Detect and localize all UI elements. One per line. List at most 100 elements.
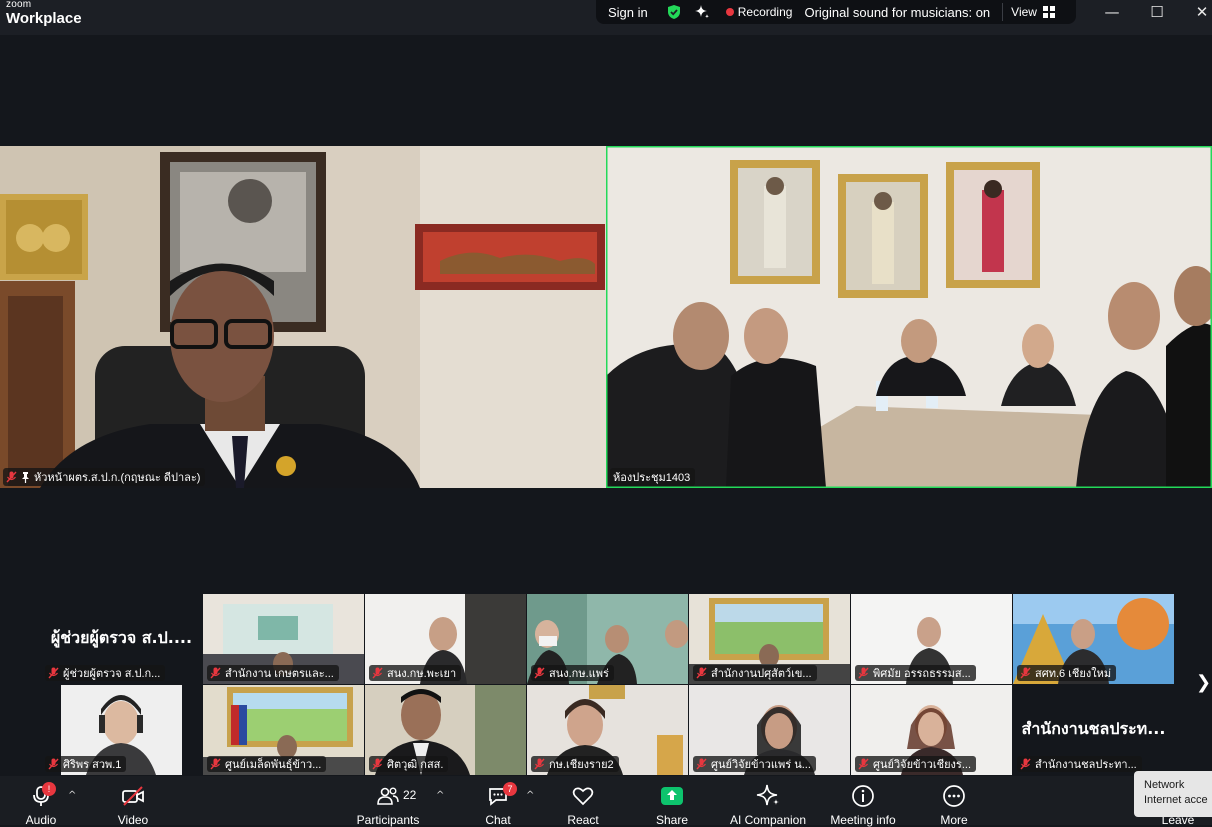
participant-name: ห้องประชุม1403 xyxy=(613,472,691,484)
app-logo: zoom Workplace xyxy=(6,0,82,26)
participant-name: ผู้ช่วยผู้ตรวจ ส.ป.ก... xyxy=(63,668,161,680)
thumbnail-tile[interactable]: สนง.กษ.พะเยา xyxy=(365,594,526,684)
divider xyxy=(1002,3,1004,21)
participant-name-tag: ห้องประชุม1403 xyxy=(610,468,696,486)
participant-name-tag: พิศมัย อรรถธรรมส... xyxy=(855,665,976,681)
participant-name-tag: ศิริพร สวพ.1 xyxy=(45,756,127,772)
view-button[interactable]: View xyxy=(1011,5,1037,19)
video-button[interactable]: Video xyxy=(108,776,158,827)
encryption-shield-icon[interactable] xyxy=(666,4,682,20)
audio-options-caret-icon[interactable]: ^ xyxy=(68,790,76,801)
participants-icon xyxy=(377,787,399,805)
minimize-button[interactable]: — xyxy=(1102,3,1122,21)
participant-name-tag: สำนักงานปศุสัตว์เข... xyxy=(693,665,817,681)
thumbnail-tile[interactable]: กษ.เชียงราย2 xyxy=(527,685,688,775)
meeting-info-button[interactable]: Meeting info xyxy=(823,776,903,827)
participants-button[interactable]: 22 Participants xyxy=(352,776,424,827)
participant-name-tag: ศูนย์วิจัยข้าวแพร่ น... xyxy=(693,756,816,772)
participant-name-tag: สศท.6 เชียงใหม่ xyxy=(1017,665,1117,681)
muted-mic-icon xyxy=(6,471,17,483)
chat-options-caret-icon[interactable]: ^ xyxy=(526,790,534,801)
thumbnail-tile[interactable]: ศูนย์วิจัยข้าวเชียงร... xyxy=(851,685,1012,775)
thumbnail-tile[interactable]: ศิตวุฒิ กสส. xyxy=(365,685,526,775)
ai-companion-sparkle-icon xyxy=(756,784,779,806)
audio-warning-badge: ! xyxy=(42,782,56,796)
gallery-next-arrow-icon[interactable]: ❯ xyxy=(1196,672,1212,696)
participant-name-tag: ศิตวุฒิ กสส. xyxy=(369,756,449,772)
muted-mic-icon xyxy=(372,758,383,770)
chat-unread-badge: 7 xyxy=(503,782,517,796)
chat-button[interactable]: 7 Chat xyxy=(473,776,523,827)
close-window-button[interactable]: ✕ xyxy=(1192,3,1212,21)
participant-name-tag: กษ.เชียงราย2 xyxy=(531,756,619,772)
original-sound-status[interactable]: Original sound for musicians: on xyxy=(804,5,990,20)
thumbnail-tile[interactable]: ผู้ช่วยผู้ตรวจ ส.ป.... ผู้ช่วยผู้ตรวจ ส.… xyxy=(41,594,202,684)
main-video-tile-2[interactable]: ห้องประชุม1403 xyxy=(606,146,1212,488)
participant-name: ศูนย์วิจัยข้าวเชียงร... xyxy=(873,759,972,771)
participant-big-name: สำนักงานชลประท... xyxy=(1021,719,1166,738)
muted-mic-icon xyxy=(1020,758,1031,770)
network-tooltip-title: Network xyxy=(1144,779,1185,791)
thumbnail-tile[interactable]: สำนักงาน เกษตรและ... xyxy=(203,594,364,684)
participant-name-tag: สำนักงานชลประทา... xyxy=(1017,756,1142,772)
participant-name: สนง.กษ.แพร่ xyxy=(549,668,609,680)
share-screen-icon xyxy=(661,787,683,805)
main-video-tile-1[interactable]: หัวหน้าผตร.ส.ป.ก.(กฤษณะ ดีปาละ) xyxy=(0,146,606,488)
participant-name: พิศมัย อรรถธรรมส... xyxy=(873,668,971,680)
participant-name-tag: ศูนย์วิจัยข้าวเชียงร... xyxy=(855,756,977,772)
recording-label[interactable]: Recording xyxy=(738,5,793,19)
maximize-button[interactable]: ☐ xyxy=(1147,3,1167,21)
participant-name-tag: สำนักงาน เกษตรและ... xyxy=(207,665,339,681)
info-icon xyxy=(852,785,874,807)
react-button[interactable]: React xyxy=(558,776,608,827)
title-bar: zoom Workplace Sign in Recording Origina… xyxy=(0,0,1212,35)
view-grid-icon[interactable] xyxy=(1042,6,1055,18)
participant-name: หัวหน้าผตร.ส.ป.ก.(กฤษณะ ดีปาละ) xyxy=(34,472,201,484)
video-off-icon xyxy=(122,786,144,806)
thumbnail-tile[interactable]: สนง.กษ.แพร่ xyxy=(527,594,688,684)
muted-mic-icon xyxy=(48,758,59,770)
participant-name: สำนักงานชลประทา... xyxy=(1035,759,1137,771)
participant-name: ศูนย์เมล็ดพันธุ์ข้าว... xyxy=(225,759,322,771)
recording-dot-icon xyxy=(725,8,734,16)
logo-small-text: zoom xyxy=(6,0,32,10)
participant-name-tag: หัวหน้าผตร.ส.ป.ก.(กฤษณะ ดีปาละ) xyxy=(3,468,206,486)
muted-mic-icon xyxy=(48,667,59,679)
logo-large-text: Workplace xyxy=(6,10,82,27)
participant-name: ศูนย์วิจัยข้าวแพร่ น... xyxy=(711,759,811,771)
ai-companion-button[interactable]: AI Companion xyxy=(726,776,810,827)
meeting-status-bar: Sign in Recording Original sound for mus… xyxy=(596,0,1076,24)
more-button[interactable]: More xyxy=(929,776,979,827)
participants-options-caret-icon[interactable]: ^ xyxy=(436,790,444,801)
participant-big-name: ผู้ช่วยผู้ตรวจ ส.ป.... xyxy=(50,628,193,647)
muted-mic-icon xyxy=(210,667,221,679)
participant-name: กษ.เชียงราย2 xyxy=(549,759,614,771)
participant-name-tag: สนง.กษ.พะเยา xyxy=(369,665,462,681)
thumbnail-tile[interactable]: สำนักงานชลประท... สำนักงานชลประทา... xyxy=(1013,685,1174,775)
network-tooltip-text: Internet acce xyxy=(1144,794,1208,806)
thumbnail-tile[interactable]: ศูนย์เมล็ดพันธุ์ข้าว... xyxy=(203,685,364,775)
participant-name: สนง.กษ.พะเยา xyxy=(387,668,457,680)
participant-name-tag: ศูนย์เมล็ดพันธุ์ข้าว... xyxy=(207,756,327,772)
muted-mic-icon xyxy=(696,667,707,679)
muted-mic-icon xyxy=(210,758,221,770)
participant-name: สำนักงานปศุสัตว์เข... xyxy=(711,668,812,680)
thumbnail-tile[interactable]: ศิริพร สวพ.1 xyxy=(41,685,202,775)
participant-name: ศิริพร สวพ.1 xyxy=(63,759,122,771)
meeting-toolbar: ! Audio ^ Video 22 Participants ^ 7 Chat… xyxy=(0,776,1212,827)
participant-name-tag: ผู้ช่วยผู้ตรวจ ส.ป.ก... xyxy=(45,665,166,681)
thumbnail-tile[interactable]: ศูนย์วิจัยข้าวแพร่ น... xyxy=(689,685,850,775)
muted-mic-icon xyxy=(534,667,545,679)
ai-sparkle-icon[interactable] xyxy=(694,4,710,20)
thumbnail-tile[interactable]: สศท.6 เชียงใหม่ xyxy=(1013,594,1174,684)
participant-name: สำนักงาน เกษตรและ... xyxy=(225,668,334,680)
participant-video-1 xyxy=(0,146,606,488)
sign-in-link[interactable]: Sign in xyxy=(608,5,648,20)
audio-button[interactable]: ! Audio xyxy=(16,776,66,827)
participant-count: 22 xyxy=(403,788,417,802)
thumbnail-tile[interactable]: สำนักงานปศุสัตว์เข... xyxy=(689,594,850,684)
muted-mic-icon xyxy=(534,758,545,770)
thumbnail-tile[interactable]: พิศมัย อรรถธรรมส... xyxy=(851,594,1012,684)
more-dots-icon xyxy=(943,785,965,807)
share-button[interactable]: Share xyxy=(647,776,697,827)
